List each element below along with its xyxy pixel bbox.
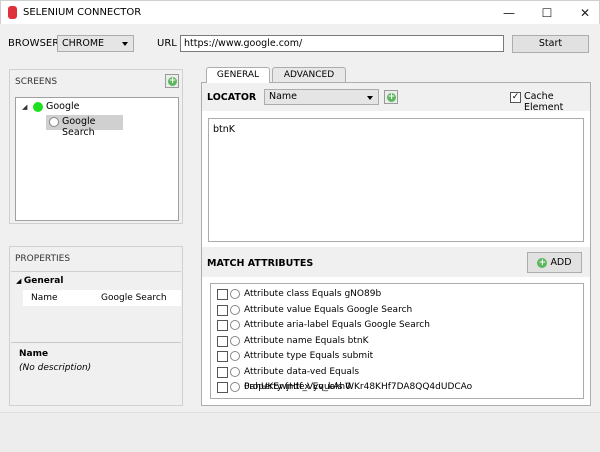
browser-select[interactable]: CHROME xyxy=(57,35,134,52)
tree-item-google-search[interactable]: Google Search xyxy=(46,115,123,138)
attribute-item[interactable]: Attribute name Equals btnK xyxy=(217,334,577,349)
property-name: Name xyxy=(31,293,58,303)
locator-text-area[interactable]: btnK xyxy=(208,118,584,242)
screens-header: SCREENS xyxy=(15,77,58,87)
status-green-icon xyxy=(33,102,43,112)
attribute-checkbox[interactable] xyxy=(217,335,228,347)
maximize-button[interactable]: ☐ xyxy=(539,5,555,21)
radio-icon xyxy=(230,289,240,299)
attribute-checkbox[interactable] xyxy=(217,304,228,316)
app-icon xyxy=(8,6,17,19)
tree-item-google[interactable]: Google xyxy=(46,101,80,112)
match-attributes-bar: MATCH ATTRIBUTES + ADD xyxy=(202,247,590,277)
locator-select[interactable]: Name xyxy=(264,89,379,105)
attribute-item[interactable]: Attribute class Equals gNO89b xyxy=(217,287,577,302)
property-group-general[interactable]: ◢ General xyxy=(16,276,63,286)
property-group-label: General xyxy=(23,276,64,286)
property-value: Google Search xyxy=(101,293,167,303)
attribute-item[interactable]: Attribute aria-label Equals Google Searc… xyxy=(217,318,577,333)
attribute-checkbox[interactable] xyxy=(217,366,228,378)
radio-icon xyxy=(230,320,240,330)
locator-label: LOCATOR xyxy=(207,92,257,103)
window-title: SELENIUM CONNECTOR xyxy=(23,7,142,18)
title-bar: SELENIUM CONNECTOR — ☐ ✕ xyxy=(0,0,600,24)
add-screen-button[interactable]: + xyxy=(165,74,179,88)
plus-icon: + xyxy=(168,76,177,86)
tab-general[interactable]: GENERAL xyxy=(206,67,270,83)
attribute-checkbox[interactable] xyxy=(217,289,228,300)
radio-icon xyxy=(230,366,240,377)
match-attributes-header: MATCH ATTRIBUTES xyxy=(207,258,314,269)
chevron-down-icon xyxy=(122,42,128,46)
radio-icon xyxy=(230,382,240,392)
attribute-label: Attribute value Equals Google Search xyxy=(244,304,413,315)
description-title: Name xyxy=(19,349,49,359)
status-bar xyxy=(0,412,600,452)
tree-item-label: Google Search xyxy=(62,116,96,138)
match-attributes-list: Attribute class Equals gNO89b Attribute v… xyxy=(210,283,584,399)
attribute-label: Attribute aria-label Equals Google Searc… xyxy=(244,320,430,330)
properties-panel: PROPERTIES ◢ General Name Google Search … xyxy=(9,246,183,406)
add-attribute-button[interactable]: + ADD xyxy=(527,252,582,273)
start-button[interactable]: Start xyxy=(512,35,589,53)
plus-icon: + xyxy=(537,257,548,268)
locator-value: Name xyxy=(269,91,298,102)
minimize-button[interactable]: — xyxy=(501,5,517,21)
attribute-checkbox[interactable] xyxy=(217,351,228,362)
properties-header: PROPERTIES xyxy=(15,254,71,264)
tab-advanced[interactable]: ADVANCED xyxy=(272,67,346,82)
chevron-down-icon xyxy=(367,96,373,100)
attribute-item[interactable]: Attribute data-ved Equals 0ahUKEwjHtf_Vy… xyxy=(217,365,577,392)
radio-icon xyxy=(230,335,240,346)
attribute-item[interactable]: Attribute value Equals Google Search xyxy=(217,303,577,318)
close-button[interactable]: ✕ xyxy=(577,5,593,21)
attribute-label: Attribute type Equals submit xyxy=(244,351,374,361)
attribute-label: Property Index Equals 0 xyxy=(244,382,351,392)
attribute-item[interactable]: Property Index Equals 0 xyxy=(217,380,577,395)
radio-icon xyxy=(230,304,240,315)
cache-element-checkbox[interactable]: ✓ xyxy=(510,92,521,103)
add-label: ADD xyxy=(550,257,572,268)
radio-icon xyxy=(230,351,240,361)
screens-panel: SCREENS + ◢ Google Google Search xyxy=(9,69,183,224)
browser-label: BROWSER xyxy=(8,38,60,49)
browser-value: CHROME xyxy=(62,38,105,49)
screens-tree: ◢ Google Google Search xyxy=(15,97,179,221)
status-radio-icon xyxy=(49,117,59,127)
attribute-item[interactable]: Attribute type Equals submit xyxy=(217,349,577,364)
property-grid: ◢ General Name Google Search Name (No de… xyxy=(11,271,181,401)
attribute-label: Attribute class Equals gNO89b xyxy=(244,289,382,299)
url-input[interactable]: https://www.google.com/ xyxy=(180,35,504,52)
add-locator-button[interactable]: + xyxy=(384,90,398,104)
attribute-checkbox[interactable] xyxy=(217,320,228,331)
attribute-checkbox[interactable] xyxy=(217,382,228,393)
attribute-label: Attribute name Equals btnK xyxy=(244,335,369,346)
general-tab-panel: LOCATOR Name + ✓ Cache Element btnK MATC… xyxy=(201,82,591,406)
url-label: URL xyxy=(157,38,177,49)
cache-element-label: Cache Element xyxy=(524,91,564,113)
expand-icon[interactable]: ◢ xyxy=(22,103,27,111)
plus-icon: + xyxy=(387,92,396,102)
description-text: (No description) xyxy=(19,363,92,373)
property-row[interactable]: Name Google Search xyxy=(23,290,181,306)
locator-bar: LOCATOR Name + ✓ Cache Element xyxy=(202,83,590,113)
